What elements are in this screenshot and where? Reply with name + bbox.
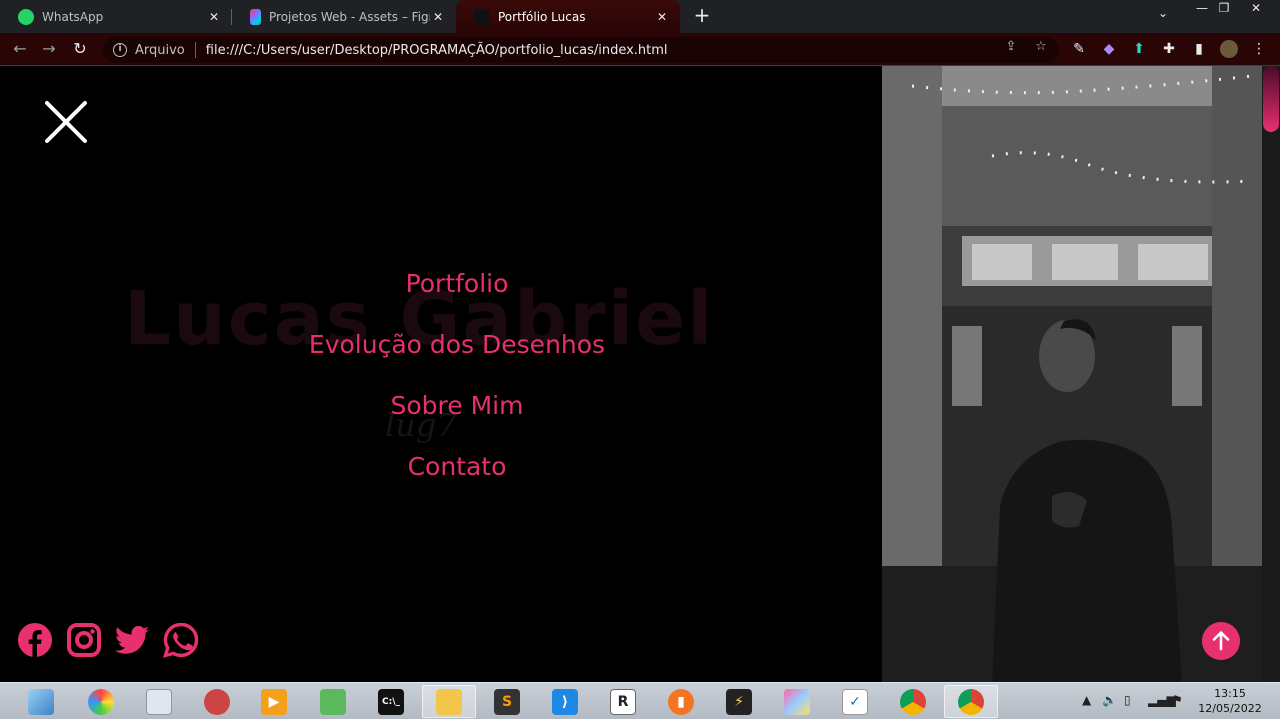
- photo-illustration: [882, 66, 1262, 682]
- address-divider: [194, 42, 196, 58]
- tab-search-chevron-down-icon[interactable]: ⌄: [1158, 6, 1168, 20]
- address-bar[interactable]: i Arquivo file:///C:/Users/user/Desktop/…: [103, 37, 1059, 63]
- pen-extension-icon[interactable]: ✎: [1070, 40, 1088, 58]
- chrome-icon: [900, 688, 926, 715]
- close-tab-icon[interactable]: ✕: [654, 9, 670, 25]
- tab-title: WhatsApp: [42, 9, 104, 24]
- whatsapp-favicon-icon: [18, 8, 34, 25]
- paint-icon: [88, 688, 114, 715]
- browser-toolbar: ← → ↻ i Arquivo file:///C:/Users/user/De…: [0, 33, 1280, 66]
- vscode-icon: ⟩: [552, 688, 578, 715]
- back-to-top-button[interactable]: [1202, 622, 1240, 660]
- taskbar-app-vscode[interactable]: ⟩: [538, 685, 592, 718]
- explorer-icon: [28, 688, 54, 715]
- profile-photo: [882, 66, 1262, 682]
- file-explorer-icon: [436, 688, 462, 715]
- tab-portfolio-lucas[interactable]: Portfólio Lucas ✕: [456, 0, 680, 33]
- page-scrollbar[interactable]: [1262, 66, 1280, 682]
- back-arrow-icon[interactable]: ←: [9, 39, 31, 61]
- nav-link-portfolio[interactable]: Portfolio: [0, 266, 914, 327]
- url-scheme-label: Arquivo: [135, 42, 185, 58]
- todo-icon: ✓: [842, 688, 868, 715]
- taskbar-app-todo[interactable]: ✓: [828, 685, 882, 718]
- show-hidden-icons-icon[interactable]: ▲: [1082, 693, 1091, 707]
- side-panel-icon[interactable]: ▮: [1190, 40, 1208, 58]
- close-tab-icon[interactable]: ✕: [430, 9, 446, 25]
- bookmark-star-icon[interactable]: ☆: [1032, 38, 1050, 56]
- terminal-icon: C:\_: [378, 688, 404, 715]
- puzzle-extensions-icon[interactable]: ✚: [1160, 40, 1178, 58]
- system-clock[interactable]: 13:15 12/05/2022: [1195, 686, 1265, 716]
- media-player-icon: ▶: [261, 688, 287, 715]
- taskbar-app-monitor[interactable]: ▮: [654, 685, 708, 718]
- taskbar-app-file-explorer[interactable]: [422, 685, 476, 718]
- instagram-icon[interactable]: [66, 622, 102, 658]
- taskbar-app-chrome[interactable]: [886, 685, 940, 718]
- taskbar-app-chrome-active[interactable]: [944, 685, 998, 718]
- taskbar-app-explorer[interactable]: [14, 685, 68, 718]
- chrome-menu-icon[interactable]: ⋮: [1250, 40, 1268, 58]
- clock-date: 12/05/2022: [1198, 702, 1262, 715]
- monitor-icon: ▮: [668, 688, 694, 715]
- chrome-icon: [958, 688, 984, 715]
- calculator-icon: [146, 688, 172, 715]
- paint3d-icon: [784, 688, 810, 715]
- share-icon[interactable]: ⇪: [1002, 38, 1020, 56]
- taskbar-app-rstudio[interactable]: R: [596, 685, 650, 718]
- facebook-icon[interactable]: [17, 622, 53, 658]
- windows-taskbar: ▶ C:\_ S ⟩ R ▮ ⚡ ✓ ▲ 🔈 ▯ ▂▄▆ ⚑ 13:15 12/…: [0, 682, 1280, 719]
- taskbar-app-android-studio[interactable]: [306, 685, 360, 718]
- window-close-icon[interactable]: ✕: [1241, 0, 1271, 18]
- restore-icon[interactable]: ❐: [1209, 0, 1239, 18]
- profile-avatar[interactable]: [1220, 40, 1238, 58]
- volume-icon[interactable]: 🔈: [1102, 693, 1117, 707]
- extension-purple-icon[interactable]: ◆: [1100, 40, 1118, 58]
- taskbar-app-sublime[interactable]: S: [480, 685, 534, 718]
- battery-icon[interactable]: ▯: [1124, 693, 1131, 707]
- nav-link-contato[interactable]: Contato: [0, 449, 914, 510]
- nav-link-sobre-mim[interactable]: Sobre Mim: [0, 388, 914, 449]
- browser-tab-bar: WhatsApp ✕ Projetos Web - Assets – Figma…: [0, 0, 1280, 33]
- scrollbar-thumb[interactable]: [1263, 66, 1279, 132]
- nav-link-evolucao-dos-desenhos[interactable]: Evolução dos Desenhos: [0, 327, 914, 388]
- taskbar-app-paint3d[interactable]: [770, 685, 824, 718]
- snipping-icon: [204, 688, 230, 715]
- new-tab-button[interactable]: +: [690, 4, 714, 28]
- taskbar-app-sketch[interactable]: ⚡: [712, 685, 766, 718]
- clock-time: 13:15: [1214, 687, 1246, 700]
- site-info-icon[interactable]: i: [113, 43, 127, 57]
- menu-overlay: Lucas Gabriel lug7 Portfolio Evolução do…: [0, 66, 882, 682]
- sketch-icon: ⚡: [726, 688, 752, 715]
- twitter-icon[interactable]: [114, 622, 150, 658]
- taskbar-app-calculator[interactable]: [132, 685, 186, 718]
- extension-teal-icon[interactable]: ⬆: [1130, 40, 1148, 58]
- android-studio-icon: [320, 688, 346, 715]
- tab-title: Projetos Web - Assets – Figma: [269, 9, 430, 24]
- close-tab-icon[interactable]: ✕: [206, 9, 222, 25]
- forward-arrow-icon[interactable]: →: [38, 39, 60, 61]
- page-viewport: Lucas Gabriel lug7 Portfolio Evolução do…: [0, 66, 1280, 682]
- tab-figma[interactable]: Projetos Web - Assets – Figma ✕: [232, 0, 456, 33]
- tab-title: Portfólio Lucas: [498, 9, 586, 24]
- taskbar-app-terminal[interactable]: C:\_: [364, 685, 418, 718]
- taskbar-app-snipping[interactable]: [190, 685, 244, 718]
- main-navigation: Portfolio Evolução dos Desenhos Sobre Mi…: [0, 266, 914, 510]
- whatsapp-icon[interactable]: [163, 622, 199, 658]
- figma-favicon-icon: [250, 8, 261, 25]
- portfolio-favicon-icon: [474, 8, 490, 25]
- tab-whatsapp[interactable]: WhatsApp ✕: [0, 0, 232, 33]
- close-menu-icon[interactable]: [44, 100, 88, 144]
- rstudio-icon: R: [610, 688, 636, 715]
- taskbar-app-media-player[interactable]: ▶: [247, 685, 301, 718]
- sublime-icon: S: [494, 688, 520, 715]
- url-text[interactable]: file:///C:/Users/user/Desktop/PROGRAMAÇÃ…: [206, 43, 668, 58]
- reload-icon[interactable]: ↻: [69, 39, 91, 61]
- taskbar-app-paint[interactable]: [74, 685, 128, 718]
- action-center-flag-icon[interactable]: ⚑: [1172, 693, 1183, 707]
